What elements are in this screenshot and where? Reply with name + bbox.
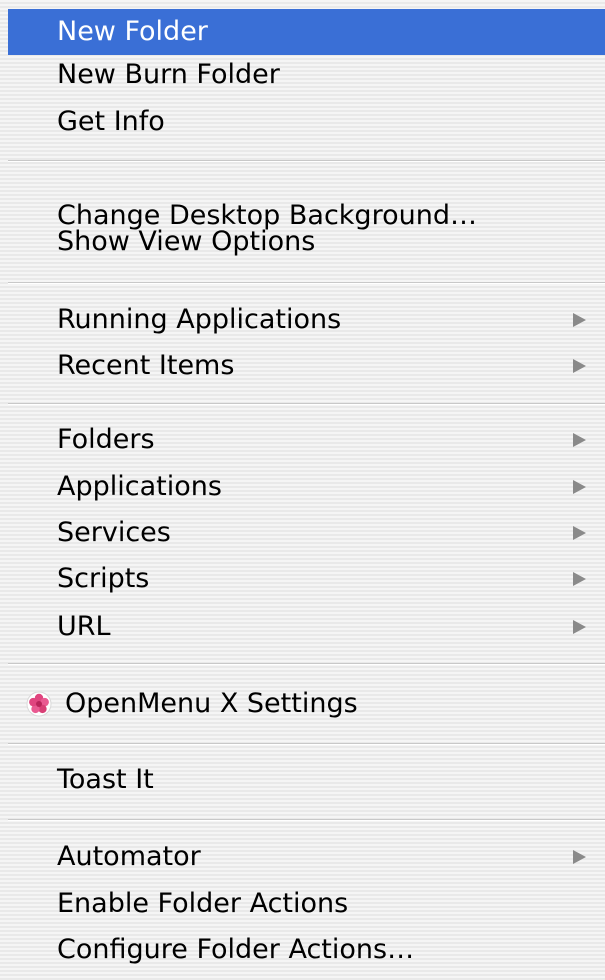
menu-separator [8,663,605,665]
submenu-arrow-icon [573,480,586,494]
menu-item-label: Recent Items [57,350,235,381]
menu-item-get-info[interactable]: Get Info [8,99,605,145]
menu-item-label: Applications [57,471,222,502]
menu-item-label: Automator [57,841,201,872]
menu-item-openmenu-x-settings[interactable]: OpenMenu X Settings [25,681,525,727]
menu-item-show-view-options[interactable]: Show View Options [8,219,605,265]
menu-item-applications[interactable]: Applications [8,464,605,510]
menu-item-toast-it[interactable]: Toast It [8,757,605,803]
menu-item-label: Running Applications [57,304,342,335]
submenu-arrow-icon [573,526,586,540]
menu-item-label: Enable Folder Actions [57,888,349,919]
openmenu-x-flower-icon [26,691,52,717]
menu-separator [8,282,605,284]
submenu-arrow-icon [573,620,586,634]
menu-item-automator[interactable]: Automator [8,834,605,880]
menu-separator [8,819,605,821]
menu-item-scripts[interactable]: Scripts [8,556,605,602]
submenu-arrow-icon [573,572,586,586]
menu-separator [8,403,605,405]
menu-item-label: Services [57,517,171,548]
menu-item-label: New Folder [57,16,208,47]
menu-item-label: Folders [57,424,155,455]
menu-item-configure-folder-actions[interactable]: Configure Folder Actions… [8,927,605,973]
menu-item-label: URL [57,611,111,642]
menu-item-label: Configure Folder Actions… [57,934,415,965]
menu-item-enable-folder-actions[interactable]: Enable Folder Actions [8,881,605,927]
menu-item-label: Show View Options [57,226,316,257]
menu-item-label: Toast It [57,764,154,795]
menu-item-running-applications[interactable]: Running Applications [8,297,605,343]
menu-item-new-burn-folder[interactable]: New Burn Folder [8,52,605,98]
menu-item-folders[interactable]: Folders [8,417,605,463]
menu-item-label: New Burn Folder [57,59,280,90]
submenu-arrow-icon [573,359,586,373]
menu-separator [8,160,605,162]
submenu-arrow-icon [573,850,586,864]
submenu-arrow-icon [573,313,586,327]
menu-item-recent-items[interactable]: Recent Items [8,343,605,389]
context-menu: New Folder New Burn Folder Get Info Chan… [0,0,605,980]
menu-item-services[interactable]: Services [8,510,605,556]
menu-item-url[interactable]: URL [8,604,605,650]
submenu-arrow-icon [573,433,586,447]
menu-item-label: OpenMenu X Settings [65,688,358,719]
menu-item-label: Get Info [57,106,165,137]
menu-item-new-folder[interactable]: New Folder [8,9,605,55]
menu-separator [8,743,605,745]
menu-item-label: Scripts [57,563,150,594]
